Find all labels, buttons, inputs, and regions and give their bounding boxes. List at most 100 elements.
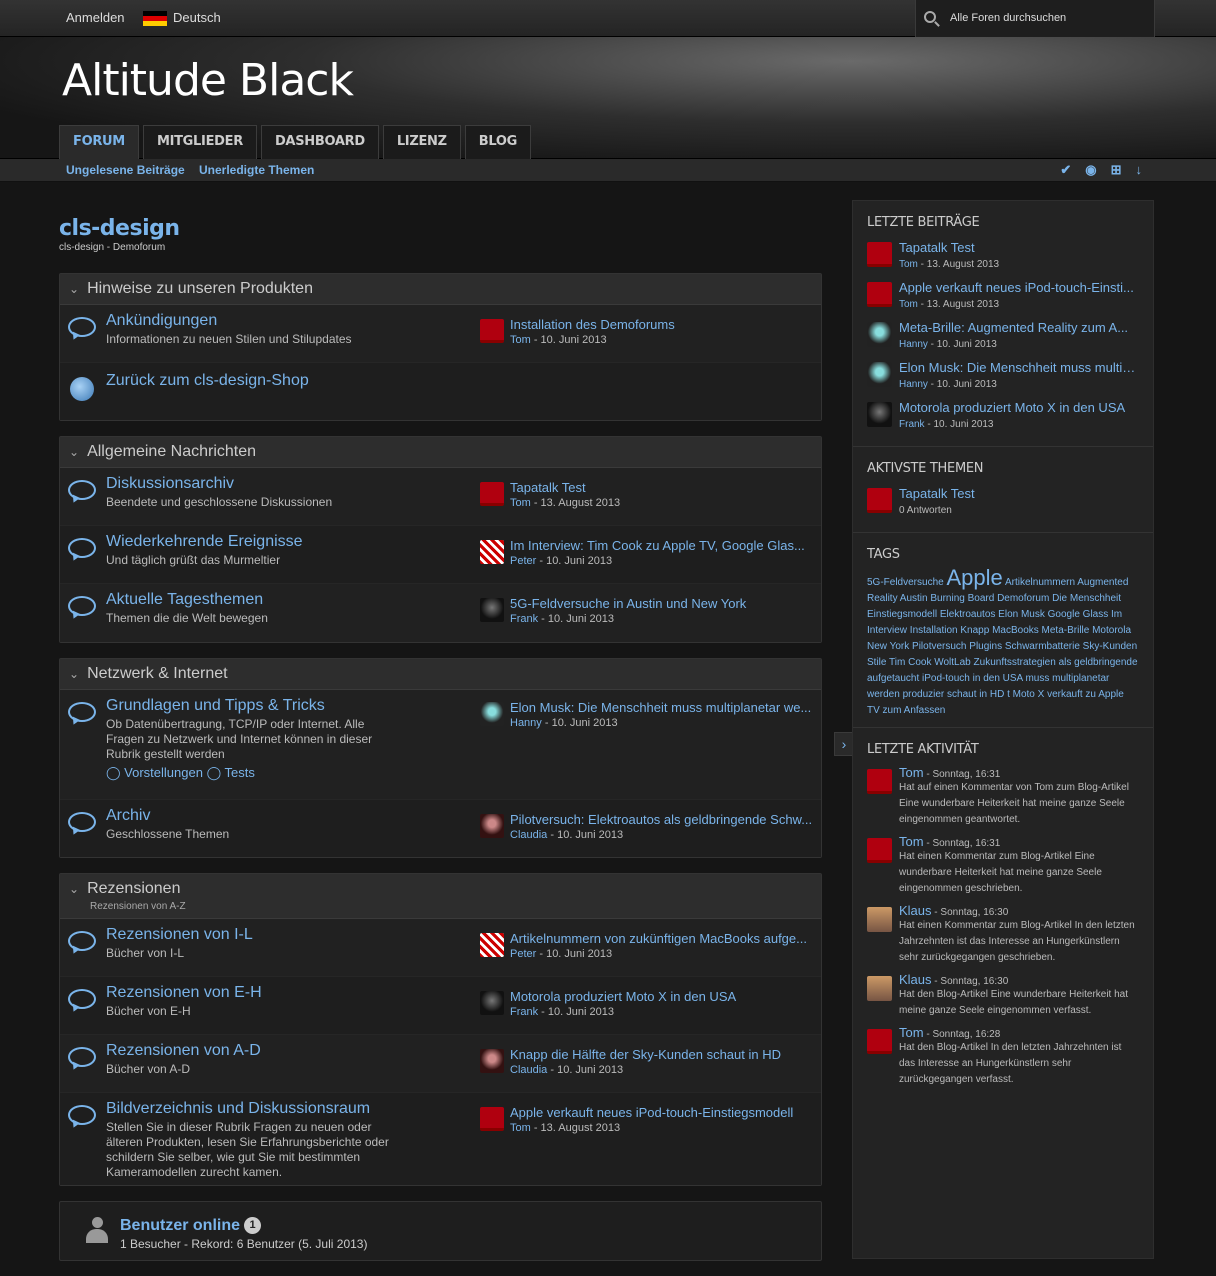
last-post-user[interactable]: Peter [510,948,536,960]
avatar[interactable] [867,282,892,307]
avatar[interactable] [480,598,504,622]
post-title[interactable]: Tapatalk Test [899,240,1139,255]
post-user[interactable]: Tom [899,299,918,310]
forum-title[interactable]: Rezensionen von I-L [106,926,253,944]
last-post-title[interactable]: Tapatalk Test [510,480,815,495]
avatar[interactable] [867,976,892,1001]
avatar[interactable] [867,769,892,794]
last-post-user[interactable]: Tom [510,497,531,509]
tag-list[interactable]: Artikelnummern Augmented Reality Austin … [867,577,1138,716]
avatar[interactable] [867,907,892,932]
unread-posts-link[interactable]: Ungelesene Beiträge [66,163,185,177]
tab-forum[interactable]: FORUM [59,125,139,159]
avatar[interactable] [480,814,504,838]
forum-title[interactable]: Ankündigungen [106,312,217,330]
activity-user[interactable]: Tom [899,765,924,780]
search-box[interactable]: Alle Foren durchsuchen [915,0,1155,37]
avatar[interactable] [480,1049,504,1073]
post-title[interactable]: Elon Musk: Die Menschheit muss multip... [899,360,1139,375]
sitemap-icon[interactable]: ⊞ [1111,162,1122,178]
post-user[interactable]: Hanny [899,339,928,350]
last-post-user[interactable]: Peter [510,555,536,567]
last-post-title[interactable]: Elon Musk: Die Menschheit muss multiplan… [510,700,815,715]
last-post-title[interactable]: Artikelnummern von zukünftigen MacBooks … [510,931,815,946]
avatar[interactable] [480,319,504,343]
forum-title[interactable]: Archiv [106,807,150,825]
language-selector[interactable]: Deutsch [143,10,221,27]
avatar[interactable] [867,362,892,387]
category-header[interactable]: ⌄ Hinweise zu unseren Produkten [60,274,821,305]
last-post-title[interactable]: Im Interview: Tim Cook zu Apple TV, Goog… [510,538,815,553]
avatar[interactable] [867,488,892,513]
last-post-user[interactable]: Frank [510,1006,538,1018]
avatar[interactable] [867,242,892,267]
last-post-user[interactable]: Claudia [510,1064,547,1076]
site-logo-title[interactable]: Altitude Black [62,55,354,106]
search-icon[interactable] [924,11,936,23]
forum-title[interactable]: Aktuelle Tagesthemen [106,591,263,609]
tag-link-apple[interactable]: Apple [946,565,1002,590]
scroll-down-icon[interactable]: ↓ [1136,162,1143,178]
avatar[interactable] [480,1107,504,1131]
last-post-user[interactable]: Tom [510,334,531,346]
users-online-label[interactable]: Benutzer online [120,1217,240,1234]
avatar[interactable] [480,933,504,957]
avatar[interactable] [480,540,504,564]
topic-title[interactable]: Tapatalk Test [899,486,1139,501]
tab-license[interactable]: LIZENZ [382,125,461,159]
sidebar-toggle-chevron-icon[interactable]: › [834,732,854,756]
activity-user[interactable]: Tom [899,834,924,849]
forum-title[interactable]: Grundlagen und Tipps & Tricks [106,697,325,715]
avatar[interactable] [480,482,504,506]
chevron-down-icon[interactable]: ⌄ [69,438,79,467]
avatar[interactable] [867,1029,892,1054]
forum-title[interactable]: Rezensionen von A-D [106,1042,261,1060]
post-user[interactable]: Hanny [899,379,928,390]
post-user[interactable]: Tom [899,259,918,270]
last-post-title[interactable]: Motorola produziert Moto X in den USA [510,989,815,1004]
last-post-title[interactable]: Installation des Demoforums [510,317,815,332]
search-label[interactable]: Alle Foren durchsuchen [950,12,1066,24]
avatar[interactable] [480,702,504,726]
avatar[interactable] [867,838,892,863]
last-post-title[interactable]: Apple verkauft neues iPod-touch-Einstieg… [510,1105,815,1120]
category-header[interactable]: ⌄ Allgemeine Nachrichten [60,437,821,468]
last-post-title[interactable]: 5G-Feldversuche in Austin und New York [510,596,815,611]
post-title[interactable]: Apple verkauft neues iPod-touch-Einsti..… [899,280,1139,295]
avatar[interactable] [867,322,892,347]
category-header[interactable]: ⌄ Netzwerk & Internet [60,659,821,690]
last-post-title[interactable]: Pilotversuch: Elektroautos als geldbring… [510,812,815,827]
forum-title[interactable]: Zurück zum cls-design-Shop [106,372,309,390]
post-title[interactable]: Motorola produziert Moto X in den USA [899,400,1139,415]
forum-title[interactable]: Wiederkehrende Ereignisse [106,533,303,551]
tag-cloud[interactable]: 5G-Feldversuche Apple Artikelnummern Aug… [867,567,1139,719]
tab-members[interactable]: MITGLIEDER [142,125,257,159]
avatar[interactable] [867,402,892,427]
breadcrumb[interactable]: cls-design - Demoforum [59,242,822,253]
login-link[interactable]: Anmelden [66,10,125,25]
forum-title[interactable]: Rezensionen von E-H [106,984,262,1002]
chevron-down-icon[interactable]: ⌄ [69,882,79,896]
forum-title[interactable]: Bildverzeichnis und Diskussionsraum [106,1100,370,1118]
last-post-title[interactable]: Knapp die Hälfte der Sky-Kunden schaut i… [510,1047,815,1062]
last-post-user[interactable]: Tom [510,1122,531,1134]
activity-user[interactable]: Klaus [899,903,932,918]
tag-link[interactable]: 5G-Feldversuche [867,577,944,588]
subforum-link[interactable]: Tests [225,765,255,780]
last-post-user[interactable]: Frank [510,613,538,625]
last-post-user[interactable]: Hanny [510,717,542,729]
last-post-user[interactable]: Claudia [510,829,547,841]
rss-icon[interactable]: ◉ [1085,162,1096,178]
post-title[interactable]: Meta-Brille: Augmented Reality zum A... [899,320,1139,335]
avatar[interactable] [480,991,504,1015]
post-user[interactable]: Frank [899,419,925,430]
chevron-down-icon[interactable]: ⌄ [69,660,79,689]
chevron-down-icon[interactable]: ⌄ [69,275,79,304]
tab-blog[interactable]: BLOG [464,125,532,159]
tab-dashboard[interactable]: DASHBOARD [260,125,379,159]
category-header[interactable]: ⌄ Rezensionen Rezensionen von A-Z [60,874,821,919]
unresolved-topics-link[interactable]: Unerledigte Themen [199,163,314,177]
mark-read-icon[interactable]: ✔ [1060,162,1071,178]
subforum-link[interactable]: Vorstellungen [124,765,203,780]
activity-user[interactable]: Klaus [899,972,932,987]
